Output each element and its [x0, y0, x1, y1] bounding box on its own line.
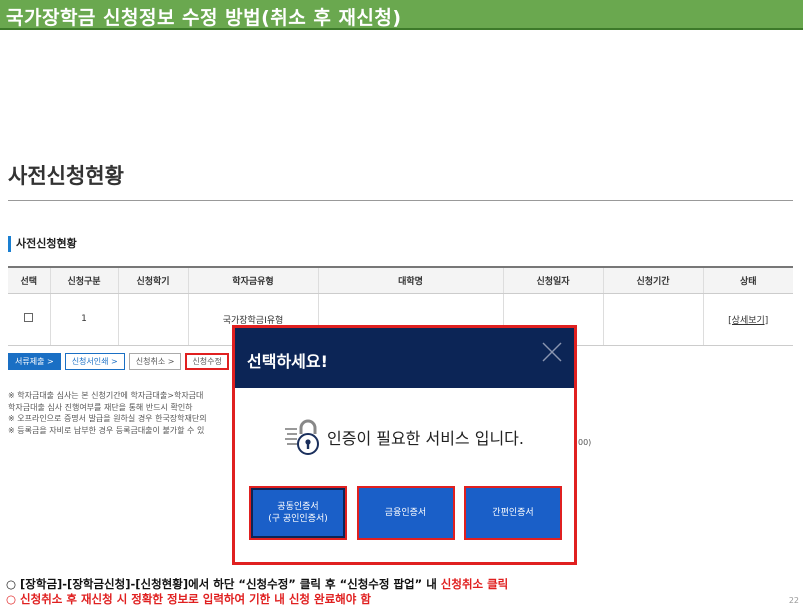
edit-application-button[interactable]: 신청수정 [185, 353, 229, 370]
joint-certificate-label: 공동인증서 [277, 502, 319, 512]
col-type: 신청구분 [49, 266, 118, 294]
notice-tail: 00) [578, 438, 592, 447]
table-header-row: 선택 신청구분 신청학기 학자금유형 대학명 신청일자 신청기간 상태 [8, 266, 793, 294]
financial-certificate-label: 금융인증서 [384, 508, 427, 518]
section-title: 사전신청현황 [8, 236, 77, 252]
simple-certificate-label: 간편인증서 [492, 508, 534, 518]
cell-semester [117, 293, 188, 346]
col-semester: 신청학기 [117, 266, 188, 294]
cell-period [602, 293, 703, 346]
col-university: 대학명 [317, 266, 503, 294]
action-button-row: 서류제출 > 신청서인쇄 > 신청취소 > 신청수정 [8, 353, 229, 370]
modal-header: 선택하세요! [235, 328, 574, 388]
slide-title: 국가장학금 신청정보 수정 방법(취소 후 재신청) [6, 7, 402, 29]
certificate-button-group: 공동인증서 (구 공인인증서) 금융인증서 간편인증서 [249, 486, 562, 540]
instruction-line-1-text: ○ [장학금]-[장학금신청]-[신청현황]에서 하단 “신청수정” 클릭 후 … [6, 577, 441, 591]
print-application-button[interactable]: 신청서인쇄 > [64, 353, 125, 370]
col-select: 선택 [8, 266, 50, 294]
detail-view-link[interactable]: [상세보기] [728, 316, 768, 326]
lock-icon [285, 419, 319, 455]
joint-certificate-button[interactable]: 공동인증서 (구 공인인증서) [249, 486, 347, 540]
modal-title: 선택하세요! [247, 352, 328, 371]
modal-message: 인증이 필요한 서비스 입니다. [235, 418, 574, 456]
submit-documents-button[interactable]: 서류제출 > [8, 353, 61, 370]
col-aid-type: 학자금유형 [187, 266, 318, 294]
financial-certificate-button[interactable]: 금융인증서 [356, 486, 455, 540]
page-title: 사전신청현황 [8, 164, 124, 188]
heading-divider [8, 200, 793, 201]
col-date: 신청일자 [502, 266, 603, 294]
instruction-line-2: ○ 신청취소 후 재신청 시 정확한 정보로 입력하여 기한 내 신청 완료해야… [6, 592, 371, 606]
close-icon[interactable] [540, 340, 564, 364]
page-number: 22 [788, 596, 799, 605]
modal-message-text: 인증이 필요한 서비스 입니다. [327, 429, 524, 448]
instruction-line-1: ○ [장학금]-[장학금신청]-[신청현황]에서 하단 “신청수정” 클릭 후 … [6, 576, 508, 592]
auth-modal: 선택하세요! 인증이 필요한 서비스 입니다. 공동인증서 (구 공인인증서) … [232, 325, 577, 565]
slide-title-bar: 국가장학금 신청정보 수정 방법(취소 후 재신청) [0, 0, 803, 30]
col-status: 상태 [702, 266, 793, 294]
col-period: 신청기간 [602, 266, 703, 294]
simple-certificate-button[interactable]: 간편인증서 [464, 486, 562, 540]
joint-certificate-sublabel: (구 공인인증서) [268, 514, 328, 524]
instruction-line-1-highlight: 신청취소 클릭 [440, 577, 509, 591]
cancel-application-button[interactable]: 신청취소 > [128, 353, 182, 370]
cell-type: 1 [49, 293, 118, 346]
row-checkbox[interactable] [24, 313, 34, 322]
